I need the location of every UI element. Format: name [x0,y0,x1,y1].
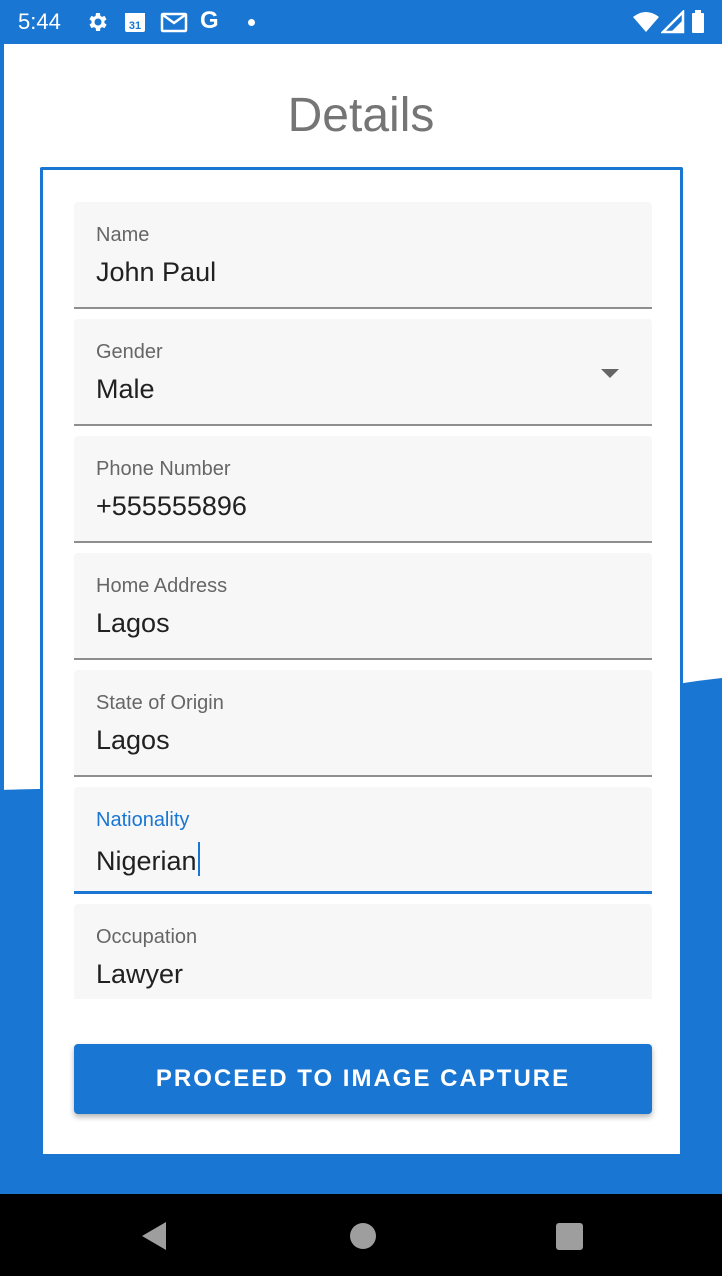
name-label: Name [96,224,150,246]
status-bar: 5:44 31 G [0,0,722,44]
recents-icon[interactable] [556,1223,583,1250]
calendar-icon: 31 [123,10,147,34]
gender-label: Gender [96,341,163,363]
calendar-day-text: 31 [129,20,141,32]
left-edge-bar [0,0,4,1276]
home-icon[interactable] [350,1223,376,1249]
name-field[interactable]: Name John Paul [74,202,652,309]
home-address-label: Home Address [96,575,228,597]
back-icon[interactable] [142,1222,166,1250]
state-of-origin-label: State of Origin [96,692,224,714]
phone-number-label: Phone Number [96,458,231,480]
gmail-icon [160,10,188,34]
proceed-to-image-capture-button[interactable]: PROCEED TO IMAGE CAPTURE [74,1044,652,1114]
gear-icon [85,10,109,34]
phone-number-value[interactable]: +555555896 [96,491,247,522]
gender-value[interactable]: Male [96,374,155,405]
state-of-origin-value[interactable]: Lagos [96,725,170,756]
details-card [40,167,683,1154]
home-address-field[interactable]: Home Address Lagos [74,553,652,660]
chevron-down-icon[interactable] [601,369,619,378]
status-time: 5:44 [18,9,61,34]
notification-dot-icon [248,19,255,26]
gender-select[interactable]: Gender Male [74,319,652,426]
state-of-origin-field[interactable]: State of Origin Lagos [74,670,652,777]
nationality-text: Nigerian [96,846,197,876]
phone-number-field[interactable]: Phone Number +555555896 [74,436,652,543]
google-icon: G [200,7,219,34]
occupation-label: Occupation [96,926,198,948]
occupation-value[interactable]: Lawyer [96,959,183,990]
home-address-value[interactable]: Lagos [96,608,170,639]
battery-icon [691,10,705,34]
wifi-icon [632,10,660,34]
page-title: Details [287,89,435,142]
text-caret [197,842,200,876]
signal-icon [661,10,685,34]
nationality-value[interactable]: Nigerian [96,842,200,877]
nationality-field[interactable]: Nationality Nigerian [74,787,652,894]
nationality-label: Nationality [96,809,190,831]
name-value[interactable]: John Paul [96,257,216,288]
navigation-bar [0,1194,722,1276]
occupation-field[interactable]: Occupation Lawyer [74,904,652,999]
